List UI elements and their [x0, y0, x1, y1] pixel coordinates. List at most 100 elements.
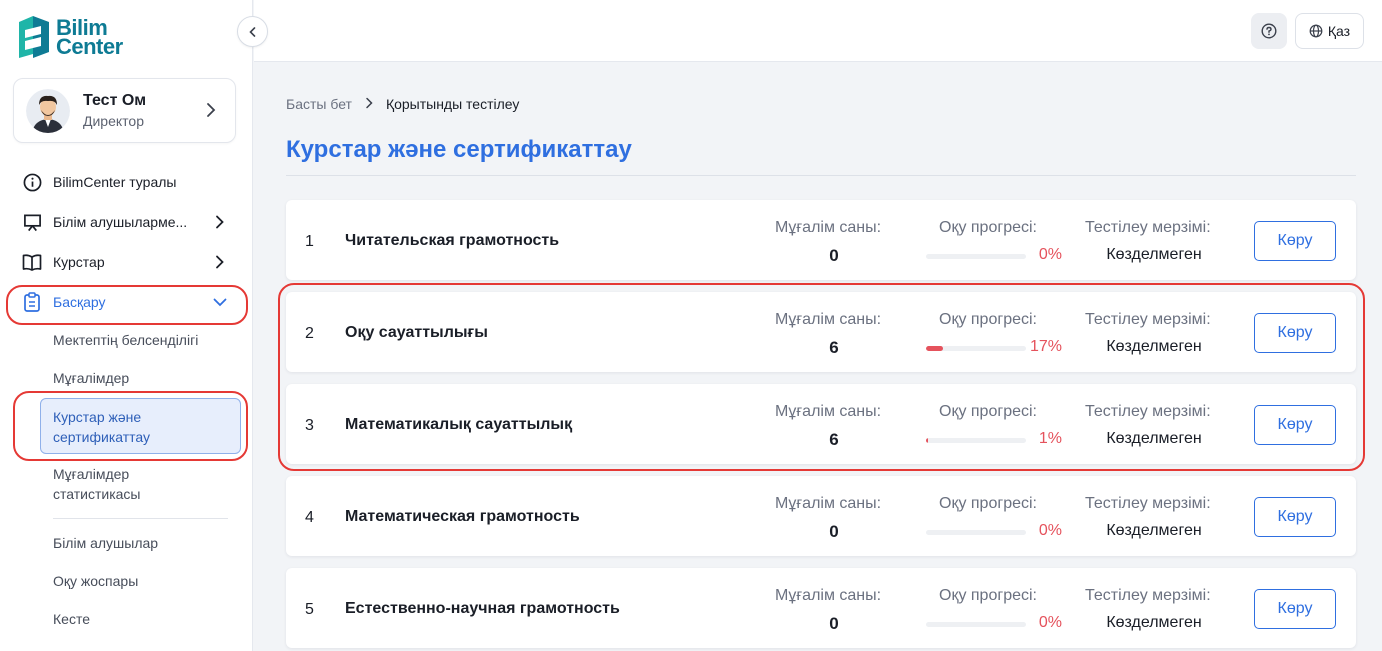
bilimcenter-logo[interactable]: Bilim Center — [16, 14, 123, 60]
nav-item-students[interactable]: Білім алушыларме... — [22, 211, 187, 233]
view-button[interactable]: Көру — [1254, 589, 1336, 629]
clipboard-icon — [22, 292, 42, 312]
course-row: 4 Математическая грамотность Мұғалім сан… — [286, 476, 1356, 556]
teachers-count-value: 0 — [829, 522, 839, 541]
chevron-right-icon — [207, 103, 216, 117]
user-card[interactable]: Тест Ом Директор — [13, 78, 236, 143]
breadcrumb: Басты бет Қорытынды тестілеу — [286, 96, 519, 112]
chevron-right-icon — [216, 215, 224, 229]
nav-label-students: Білім алушыларме... — [53, 214, 188, 230]
sidebar-item-label: Мұғалімдер — [53, 466, 130, 482]
deadline-value: Көзделмеген — [1106, 338, 1202, 355]
nav-label-management: Басқару — [53, 294, 106, 310]
course-row: 3 Математикалық сауаттылық Мұғалім саны:… — [286, 384, 1356, 464]
nav-item-courses[interactable]: Курстар — [22, 251, 105, 273]
deadline-value: Көзделмеген — [1106, 246, 1202, 263]
teachers-count-label: Мұғалім саны: — [775, 587, 882, 604]
progress-bar-fill — [926, 346, 943, 351]
progress-bar — [926, 438, 1026, 443]
progress-bar — [926, 346, 1026, 351]
sidebar-item-teacher-statistics[interactable]: Мұғалімдер статистикасы — [53, 464, 140, 504]
divider — [53, 518, 228, 519]
info-icon — [22, 172, 42, 192]
course-row: 2 Оқу сауаттылығы Мұғалім саны: 6 Оқу пр… — [286, 292, 1356, 372]
sidebar-item-teachers[interactable]: Мұғалімдер — [53, 368, 129, 388]
course-name: Математическая грамотность — [345, 508, 580, 525]
book-icon — [22, 252, 42, 272]
breadcrumb-separator-icon — [364, 96, 374, 112]
progress-percent: 0% — [1038, 522, 1062, 539]
user-name: Тест Ом — [83, 92, 147, 109]
sidebar-item-schedule[interactable]: Кесте — [53, 609, 90, 629]
progress-percent: 1% — [1038, 430, 1062, 447]
deadline-label: Тестілеу мерзімі: — [1085, 219, 1211, 236]
deadline-value: Көзделмеген — [1106, 614, 1202, 631]
user-avatar-icon — [26, 88, 70, 133]
sidebar-item-label: сертификаттау — [53, 429, 151, 445]
help-button[interactable] — [1251, 13, 1287, 49]
progress-label: Оқу прогресі: — [939, 311, 1037, 328]
avatar — [26, 88, 70, 133]
logo-mark-icon — [19, 16, 49, 58]
course-row: 5 Естественно-научная грамотность Мұғалі… — [286, 568, 1356, 648]
user-role: Директор — [83, 113, 144, 129]
progress-bar — [926, 254, 1026, 259]
teachers-count-label: Мұғалім саны: — [775, 495, 882, 512]
progress-bar — [926, 530, 1026, 535]
progress-bar-fill — [926, 438, 928, 443]
progress-label: Оқу прогресі: — [939, 219, 1037, 236]
view-button[interactable]: Көру — [1254, 405, 1336, 445]
course-number: 5 — [305, 601, 314, 618]
nav-item-about[interactable]: BilimCenter туралы — [22, 171, 176, 193]
nav-label-about: BilimCenter туралы — [53, 174, 177, 190]
language-selector[interactable]: Қаз — [1295, 13, 1364, 49]
sidebar-item-study-plan[interactable]: Оқу жоспары — [53, 571, 138, 591]
progress-percent: 0% — [1038, 614, 1062, 631]
sidebar-item-label: статистикасы — [53, 486, 141, 502]
teachers-count-value: 0 — [829, 614, 839, 633]
course-number: 1 — [305, 233, 314, 250]
progress-percent: 17% — [1029, 338, 1062, 355]
progress-percent: 0% — [1038, 246, 1062, 263]
course-name: Математикалық сауаттылық — [345, 416, 573, 433]
chevron-down-icon — [213, 298, 227, 307]
progress-bar — [926, 622, 1026, 627]
deadline-label: Тестілеу мерзімі: — [1085, 495, 1211, 512]
progress-label: Оқу прогресі: — [939, 403, 1037, 420]
progress-label: Оқу прогресі: — [939, 587, 1037, 604]
course-number: 2 — [305, 325, 314, 342]
nav-item-management[interactable]: Басқару — [22, 291, 106, 313]
help-icon — [1261, 23, 1277, 39]
globe-icon — [1309, 24, 1323, 38]
breadcrumb-current: Қорытынды тестілеу — [385, 96, 520, 112]
title-divider — [286, 175, 1356, 176]
course-name: Естественно-научная грамотность — [345, 600, 620, 617]
sidebar-item-learners[interactable]: Білім алушылар — [53, 533, 158, 553]
teachers-count-label: Мұғалім саны: — [775, 219, 882, 236]
course-number: 3 — [305, 417, 314, 434]
presentation-icon — [22, 212, 42, 232]
view-button[interactable]: Көру — [1254, 221, 1336, 261]
page-title: Курстар және сертификаттау — [286, 136, 632, 163]
sidebar: Bilim Center Тест Ом Директор BilimCente — [0, 0, 253, 651]
deadline-value: Көзделмеген — [1106, 522, 1202, 539]
course-row: 1 Читательская грамотность Мұғалім саны:… — [286, 200, 1356, 280]
view-button[interactable]: Көру — [1254, 497, 1336, 537]
sidebar-item-courses-certification[interactable]: Курстар және сертификаттау — [40, 398, 241, 454]
deadline-value: Көзделмеген — [1106, 430, 1202, 447]
nav-label-courses: Курстар — [53, 254, 105, 270]
deadline-label: Тестілеу мерзімі: — [1085, 311, 1211, 328]
sidebar-collapse-button[interactable] — [237, 16, 268, 47]
breadcrumb-home[interactable]: Басты бет — [286, 96, 352, 112]
chevron-right-icon — [216, 255, 224, 269]
teachers-count-label: Мұғалім саны: — [775, 311, 882, 328]
sidebar-item-label: Курстар және — [53, 409, 142, 425]
course-number: 4 — [305, 509, 314, 526]
logo-line-2: Center — [56, 34, 123, 59]
course-name: Оқу сауаттылығы — [345, 324, 488, 341]
view-button[interactable]: Көру — [1254, 313, 1336, 353]
deadline-label: Тестілеу мерзімі: — [1085, 587, 1211, 604]
sidebar-item-school-activity[interactable]: Мектептің белсенділігі — [53, 330, 198, 350]
teachers-count-label: Мұғалім саны: — [775, 403, 882, 420]
course-name: Читательская грамотность — [345, 232, 560, 249]
